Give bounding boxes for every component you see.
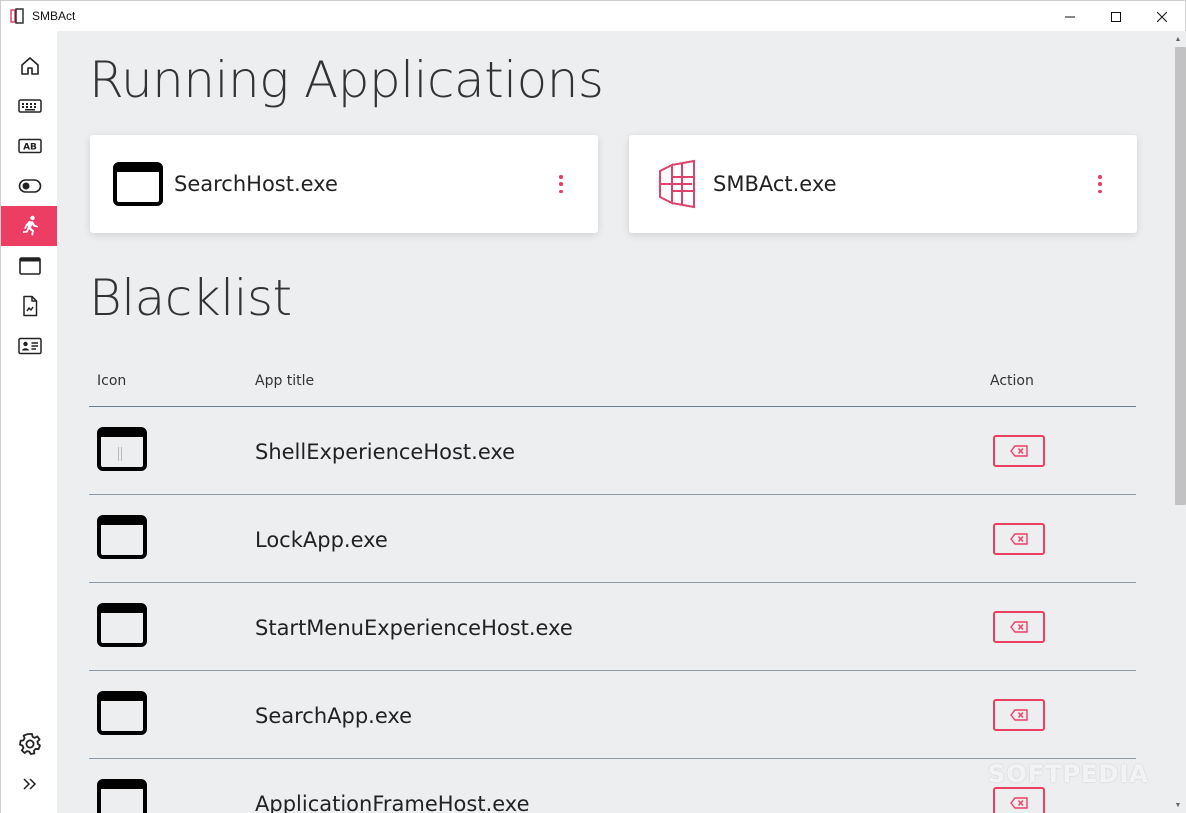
window-icon [112, 161, 164, 207]
running-app-card[interactable]: SearchHost.exe [90, 135, 598, 233]
window-icon [97, 691, 147, 740]
blacklist-heading: Blacklist [89, 269, 292, 327]
toggle-icon [18, 179, 41, 193]
sidebar-item-running[interactable] [1, 206, 58, 246]
running-app-card[interactable]: SMBAct.exe [629, 135, 1137, 233]
app-title: ShellExperienceHost.exe [255, 440, 516, 464]
more-options-button[interactable] [556, 173, 566, 195]
window-icon [97, 779, 147, 813]
sidebar-item-document[interactable] [1, 286, 58, 326]
id-card-icon [17, 337, 42, 355]
scroll-down-arrow-icon[interactable]: ▼ [1174, 801, 1182, 809]
text-ab-icon: AB [17, 138, 42, 154]
keyboard-icon [17, 99, 42, 113]
gear-icon [18, 733, 41, 755]
table-header: Icon App title Action [89, 361, 1136, 407]
table-row: StartMenuExperienceHost.exe [89, 583, 1136, 671]
app-title: SearchApp.exe [255, 704, 413, 728]
svg-text:AB: AB [23, 143, 37, 153]
sidebar-item-keyboard[interactable] [1, 86, 58, 126]
remove-button[interactable] [993, 611, 1045, 643]
backspace-icon [1010, 621, 1028, 633]
table-row: ApplicationFrameHost.exe [89, 759, 1136, 813]
window-title: SMBAct [32, 9, 76, 23]
backspace-icon [1010, 709, 1028, 721]
column-header-app-title: App title [255, 373, 315, 389]
backspace-icon [1010, 445, 1028, 457]
backspace-icon [1010, 533, 1028, 545]
remove-button[interactable] [993, 435, 1045, 467]
sidebar: AB [0, 31, 58, 813]
home-icon [20, 57, 39, 75]
maximize-button[interactable] [1093, 1, 1139, 32]
column-header-action: Action [990, 373, 1034, 389]
window-icon [97, 427, 147, 476]
table-row: SearchApp.exe [89, 671, 1136, 759]
remove-button[interactable] [993, 787, 1045, 813]
window-controls [1047, 1, 1185, 32]
table-row: ShellExperienceHost.exe [89, 407, 1136, 495]
smbact-logo-icon [651, 159, 703, 209]
maximize-icon [1111, 11, 1121, 22]
sidebar-item-windows[interactable] [1, 246, 58, 286]
column-header-icon: Icon [97, 373, 127, 389]
settings-button[interactable] [1, 724, 58, 764]
close-button[interactable] [1139, 1, 1185, 32]
more-options-button[interactable] [1095, 173, 1105, 195]
minimize-button[interactable] [1047, 1, 1093, 32]
app-title: ApplicationFrameHost.exe [255, 792, 530, 813]
blacklist-table: Icon App title Action ShellExperienceHos… [89, 361, 1136, 813]
double-chevron-right-icon [22, 778, 36, 790]
title-bar: SMBAct [0, 0, 1186, 31]
main-content: Running Applications SearchHost.exe SMBA… [57, 31, 1186, 813]
sidebar-item-text[interactable]: AB [1, 126, 58, 166]
table-row: LockApp.exe [89, 495, 1136, 583]
smbact-logo-icon [10, 8, 26, 24]
expand-sidebar-button[interactable] [1, 764, 58, 804]
vertical-scrollbar[interactable]: ▲ ▼ [1169, 31, 1186, 813]
sidebar-item-home[interactable] [1, 46, 58, 86]
running-app-name: SearchHost.exe [174, 172, 338, 196]
backspace-icon [1010, 797, 1028, 809]
document-icon [22, 295, 37, 317]
scroll-up-arrow-icon[interactable]: ▲ [1174, 35, 1182, 43]
close-icon [1157, 11, 1167, 22]
scrollbar-thumb[interactable] [1175, 47, 1186, 505]
running-applications-heading: Running Applications [89, 51, 604, 109]
running-person-icon [22, 215, 38, 236]
window-icon [97, 603, 147, 652]
minimize-icon [1065, 16, 1075, 17]
running-app-name: SMBAct.exe [713, 172, 837, 196]
window-icon [97, 515, 147, 564]
window-icon [18, 257, 41, 275]
softpedia-watermark: SOFTPEDIA [988, 760, 1149, 788]
remove-button[interactable] [993, 699, 1045, 731]
app-title: StartMenuExperienceHost.exe [255, 616, 573, 640]
remove-button[interactable] [993, 523, 1045, 555]
sidebar-item-id-card[interactable] [1, 326, 58, 366]
sidebar-item-toggle[interactable] [1, 166, 58, 206]
app-title: LockApp.exe [255, 528, 388, 552]
